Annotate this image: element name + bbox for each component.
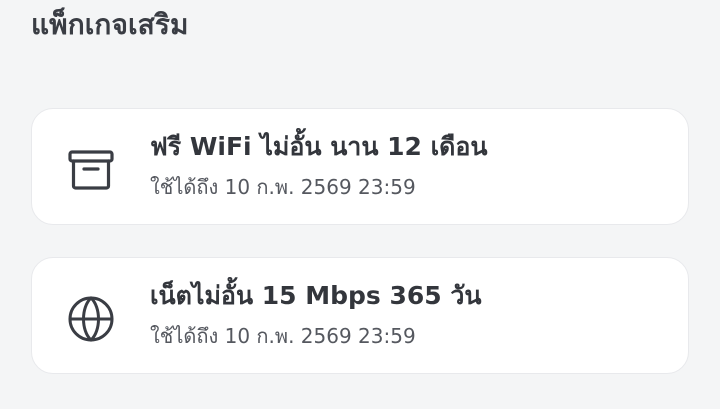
- package-title: เน็ตไม่อั้น 15 Mbps 365 วัน: [150, 281, 482, 310]
- section-title: แพ็กเกจเสริม: [31, 8, 189, 41]
- package-card-internet[interactable]: เน็ตไม่อั้น 15 Mbps 365 วัน ใช้ได้ถึง 10…: [31, 257, 689, 374]
- archive-box-icon: [67, 146, 115, 194]
- package-card-wifi[interactable]: ฟรี WiFi ไม่อั้น นาน 12 เดือน ใช้ได้ถึง …: [31, 108, 689, 225]
- globe-icon: [67, 295, 115, 343]
- package-validity: ใช้ได้ถึง 10 ก.พ. 2569 23:59: [150, 175, 416, 199]
- package-title: ฟรี WiFi ไม่อั้น นาน 12 เดือน: [150, 132, 488, 161]
- package-validity: ใช้ได้ถึง 10 ก.พ. 2569 23:59: [150, 324, 416, 348]
